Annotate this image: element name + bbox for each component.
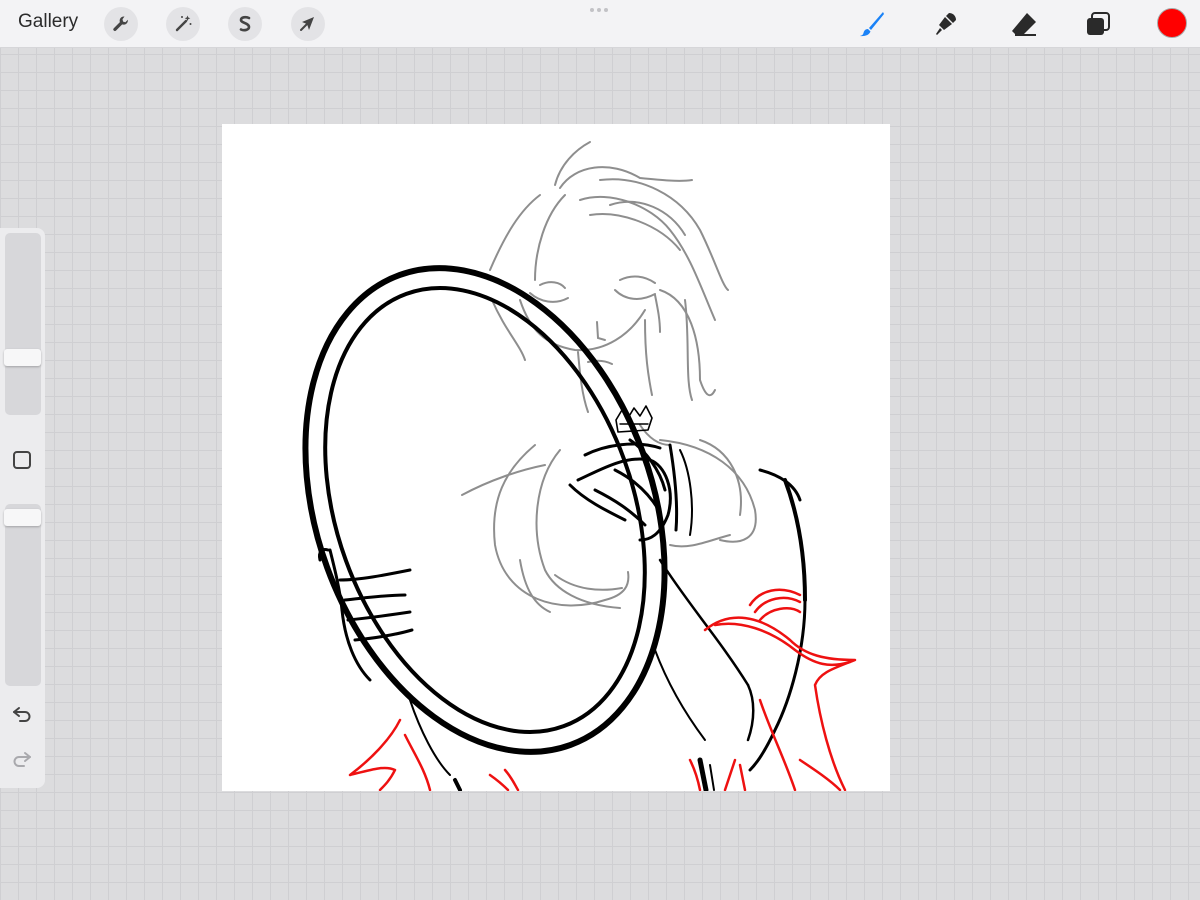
sketch-layer-gray [461, 141, 757, 613]
magic-wand-icon [175, 15, 192, 32]
brush-icon [860, 12, 884, 37]
eraser-icon [1012, 13, 1036, 36]
selection-s-icon [239, 15, 251, 32]
adjustments-button[interactable] [166, 7, 200, 41]
artwork [302, 141, 857, 791]
brush-tool-button[interactable] [856, 8, 888, 40]
lineart-layer-black [302, 265, 807, 791]
window-grabber[interactable] [590, 8, 608, 12]
smudge-tool-button[interactable] [929, 8, 961, 40]
selection-button[interactable] [228, 7, 262, 41]
opacity-slider-thumb[interactable] [4, 508, 41, 526]
gallery-button[interactable]: Gallery [18, 11, 78, 33]
drawing-canvas[interactable] [222, 124, 890, 791]
transform-button[interactable] [291, 7, 325, 41]
color-picker-button[interactable] [1157, 8, 1187, 38]
brush-size-slider-thumb[interactable] [4, 348, 41, 366]
undo-icon[interactable] [11, 705, 33, 723]
modify-button[interactable] [13, 451, 31, 469]
opacity-slider[interactable] [4, 504, 41, 686]
smudge-icon [936, 13, 956, 35]
left-sidebar [0, 228, 45, 788]
actions-button[interactable] [104, 7, 138, 41]
lineart-layer-red [348, 588, 857, 791]
brush-size-slider[interactable] [4, 233, 41, 415]
eraser-tool-button[interactable] [1008, 8, 1040, 40]
layers-button[interactable] [1082, 8, 1114, 40]
layers-icon [1087, 12, 1110, 35]
arrow-cursor-icon [300, 17, 314, 31]
top-toolbar: Gallery [0, 0, 1200, 48]
redo-icon[interactable] [11, 750, 33, 768]
wrench-icon [113, 16, 128, 31]
